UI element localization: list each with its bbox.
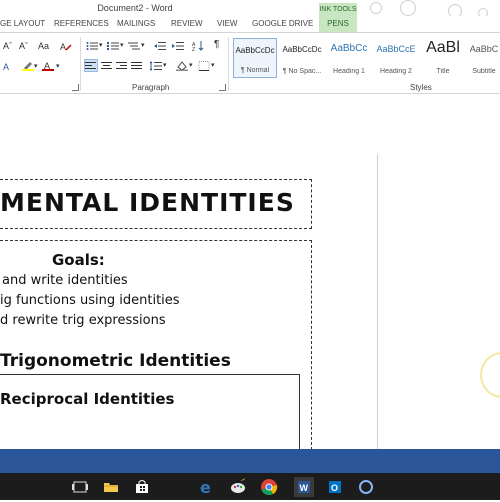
paragraph-dialog-launcher-icon[interactable] (219, 84, 226, 91)
style-heading-2[interactable]: AaBbCcE Heading 2 (374, 38, 418, 78)
clear-formatting-icon[interactable]: A (60, 41, 72, 51)
section-heading: Trigonometric Identities (0, 351, 231, 371)
chevron-down-icon[interactable]: ▾ (163, 60, 167, 72)
ribbon-tabs: GE LAYOUT REFERENCES MAILINGS REVIEW VIE… (0, 16, 500, 32)
tab-pens[interactable]: PENS (319, 16, 357, 32)
decorative-swirl-icon (370, 2, 382, 14)
style-sample: AaBbCcDc (235, 46, 275, 55)
style-name: Heading 2 (380, 68, 412, 75)
increase-indent-icon[interactable] (172, 41, 184, 51)
align-left-icon (85, 62, 96, 69)
font-color-icon[interactable]: A (42, 61, 54, 71)
chevron-down-icon[interactable]: ▾ (34, 61, 38, 73)
multilevel-list-icon[interactable] (128, 41, 140, 51)
style-sample: AaBbCcDc (282, 45, 322, 54)
decorative-swirl-icon (400, 0, 416, 16)
goal-item: and write identities (2, 273, 128, 288)
text-effects-icon[interactable]: A (2, 61, 14, 71)
chevron-down-icon[interactable]: ▾ (120, 40, 124, 52)
chevron-down-icon[interactable]: ▾ (141, 40, 145, 52)
style-title[interactable]: AaBl Title (421, 38, 465, 78)
goal-item: d rewrite trig expressions (0, 313, 166, 328)
group-divider (80, 37, 81, 91)
svg-text:A: A (3, 62, 9, 71)
shrink-font-button[interactable]: Aˇ (19, 40, 28, 52)
sort-icon[interactable]: AZ (192, 41, 204, 51)
chevron-down-icon[interactable]: ▾ (211, 60, 215, 72)
task-view-icon[interactable] (70, 477, 90, 497)
reciprocal-identities-box: Reciprocal Identities (0, 374, 300, 449)
svg-text:Z: Z (192, 47, 195, 51)
cortana-icon[interactable] (356, 477, 376, 497)
title-bar: Document2 - Word INK TOOLS (0, 0, 500, 18)
style-sample: AaBbCc (330, 43, 368, 54)
paragraph-group-label: Paragraph (132, 83, 170, 92)
justify-icon[interactable] (131, 61, 143, 71)
svg-text:e: e (200, 478, 211, 497)
style-name: ¶ No Spac... (282, 68, 322, 75)
style-sample: AaBbC (469, 44, 499, 54)
change-case-button[interactable]: Aa (38, 40, 49, 52)
borders-icon[interactable] (198, 61, 210, 71)
style-name: Subtitle (472, 68, 496, 75)
window-title: Document2 - Word (97, 3, 173, 13)
store-icon[interactable] (132, 477, 152, 497)
word-icon[interactable]: W (294, 477, 314, 497)
paint-icon[interactable] (228, 477, 248, 497)
chevron-down-icon[interactable]: ▾ (189, 60, 193, 72)
subsection-heading: Reciprocal Identities (0, 390, 175, 408)
numbering-icon[interactable] (107, 41, 119, 51)
chevron-down-icon[interactable]: ▾ (99, 40, 103, 52)
align-center-icon[interactable] (101, 61, 113, 71)
page-margin-line (377, 154, 378, 449)
tab-google-drive[interactable]: GOOGLE DRIVE (252, 19, 313, 28)
style-name: Title (436, 68, 450, 75)
tab-references[interactable]: REFERENCES (54, 19, 109, 28)
decrease-indent-icon[interactable] (154, 41, 166, 51)
goals-heading: Goals: (52, 251, 105, 269)
align-right-icon[interactable] (116, 61, 128, 71)
edge-icon[interactable]: e (197, 477, 217, 497)
file-explorer-icon[interactable] (101, 477, 121, 497)
goal-item: ig functions using identities (0, 293, 180, 308)
document-banner-title: MENTAL IDENTITIES (0, 188, 295, 217)
bullets-icon[interactable] (86, 41, 98, 51)
tab-page-layout[interactable]: GE LAYOUT (0, 19, 45, 28)
chrome-icon[interactable] (259, 477, 279, 497)
grow-font-button[interactable]: Aˆ (3, 40, 12, 52)
pointer-highlight-circle (480, 352, 500, 398)
tab-view[interactable]: VIEW (217, 19, 237, 28)
highlight-color-icon[interactable] (22, 61, 34, 71)
svg-text:W: W (300, 483, 309, 493)
tab-mailings[interactable]: MAILINGS (117, 19, 155, 28)
ink-tools-contextual-label: INK TOOLS (319, 3, 357, 16)
group-divider (228, 37, 229, 91)
pilcrow-icon[interactable]: ¶ (214, 39, 219, 51)
tab-review[interactable]: REVIEW (171, 19, 203, 28)
font-dialog-launcher-icon[interactable] (72, 84, 79, 91)
shading-icon[interactable] (176, 61, 188, 71)
status-bar (0, 449, 500, 473)
svg-text:O: O (331, 483, 338, 493)
style-name: Heading 1 (333, 68, 365, 75)
styles-group-label: Styles (410, 83, 432, 92)
title-banner-box: MENTAL IDENTITIES (0, 179, 312, 229)
style-no-spacing[interactable]: AaBbCcDc ¶ No Spac... (280, 38, 324, 78)
svg-text:A: A (60, 42, 66, 51)
document-canvas[interactable]: MENTAL IDENTITIES Goals: and write ident… (0, 94, 500, 450)
taskbar: e W O (0, 473, 500, 500)
line-spacing-icon[interactable] (150, 61, 162, 71)
style-name: ¶ Normal (240, 67, 270, 74)
ribbon: Aˆ Aˇ Aa A A ▾ A ▾ ▾ ▾ ▾ AZ ¶ ▾ ▾ ▾ Para… (0, 32, 500, 94)
chevron-down-icon[interactable]: ▾ (56, 61, 60, 73)
style-normal[interactable]: AaBbCcDc ¶ Normal (233, 38, 277, 78)
outlook-icon[interactable]: O (325, 477, 345, 497)
style-sample: AaBl (426, 39, 460, 56)
style-subtitle[interactable]: AaBbC Subtitle (468, 38, 500, 78)
style-heading-1[interactable]: AaBbCc Heading 1 (327, 38, 371, 78)
style-sample: AaBbCcE (376, 44, 416, 54)
